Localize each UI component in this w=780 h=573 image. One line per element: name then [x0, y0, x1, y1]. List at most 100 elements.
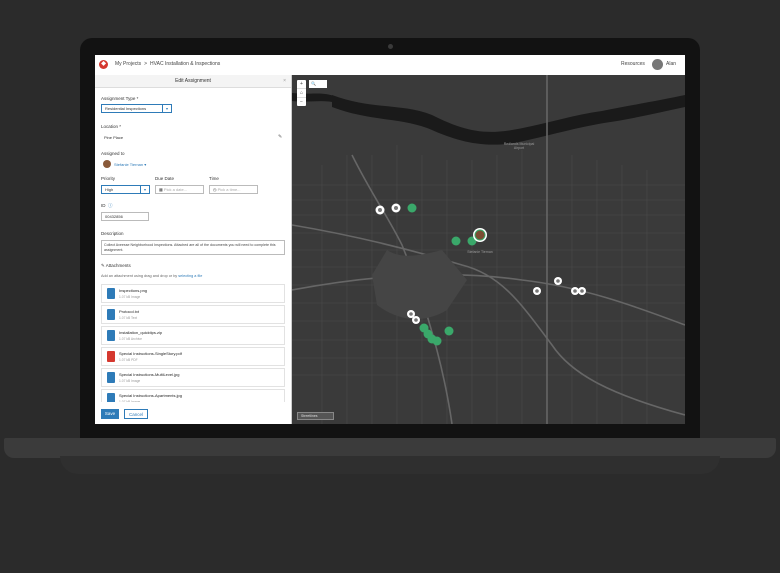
time-placeholder: Pick a time...: [217, 187, 241, 192]
assignee-dropdown[interactable]: Stefanie Tiernan ▾: [114, 162, 146, 167]
breadcrumb-my-projects[interactable]: My Projects: [115, 61, 141, 67]
breadcrumb: My Projects > HVAC Installation & Inspec…: [115, 61, 220, 67]
assignment-marker[interactable]: [451, 236, 461, 246]
breadcrumb-separator: >: [144, 61, 148, 67]
search-icon: 🔍: [311, 81, 316, 86]
description-textarea[interactable]: Collect Aveesse Neighborhood Inspections…: [101, 240, 285, 255]
unassigned-marker-core: [378, 208, 382, 212]
paperclip-icon: ✎: [101, 263, 105, 268]
id-label: ID: [101, 203, 106, 208]
clock-icon: ◷: [213, 187, 217, 192]
assignment-type-label: Assignment Type *: [101, 96, 139, 101]
chevron-down-icon: ▾: [162, 105, 171, 112]
image-file-icon: [107, 288, 115, 299]
pdf-file-icon: [107, 351, 115, 362]
assignment-marker[interactable]: [407, 203, 417, 213]
basemap-toggle[interactable]: Streetlines: [297, 412, 334, 420]
laptop-foot: [60, 456, 720, 474]
assignee-name: Stefanie Tiernan: [114, 162, 144, 167]
laptop-base: [4, 438, 776, 458]
assignment-type-select[interactable]: Residential Inspections ▾: [101, 104, 172, 113]
unassigned-marker-core: [394, 206, 398, 210]
attachment-name: Installation_quicktips.zip: [119, 330, 163, 335]
attachment-item[interactable]: Protocol.txt 1.07 kB Text: [101, 305, 285, 324]
unassigned-marker-core: [409, 312, 413, 316]
attachment-item[interactable]: Inspections.png 1.07 kB Image: [101, 284, 285, 303]
location-label: Location *: [101, 124, 122, 129]
attachment-meta: 1.07 kB Image: [119, 295, 141, 299]
attachment-name: Special Instructions-Apartments.jpg: [119, 393, 182, 398]
description-label: Description: [101, 231, 124, 236]
unassigned-marker-core: [573, 289, 577, 293]
attachment-meta: 1.07 kB Archive: [119, 337, 142, 341]
user-avatar[interactable]: [652, 59, 663, 70]
attachment-meta: 1.07 kB PDF: [119, 358, 138, 362]
priority-label: Priority: [101, 176, 116, 181]
worker-label: Stefanie Tiernan: [467, 250, 493, 254]
close-icon[interactable]: ×: [283, 75, 286, 87]
assignment-type-value: Residential Inspections: [105, 106, 147, 111]
due-date-label: Due Date: [155, 176, 175, 181]
attachment-item[interactable]: Special Instructions-MultiLevel.jpg 1.07 …: [101, 368, 285, 387]
app-logo-icon[interactable]: ◆: [99, 60, 108, 69]
text-file-icon: [107, 309, 115, 320]
select-file-link[interactable]: selecting a file: [178, 274, 202, 278]
unassigned-marker-core: [580, 289, 584, 293]
airport-label: Redlands Municipal Airport: [503, 142, 535, 150]
attachments-hint: Add an attachment using drag and drop or…: [101, 274, 202, 278]
time-label: Time: [209, 176, 219, 181]
assignment-marker[interactable]: [432, 336, 442, 346]
time-input[interactable]: ◷ Pick a time...: [209, 185, 258, 194]
breadcrumb-project[interactable]: HVAC Installation & Inspections: [150, 61, 220, 67]
panel-title-text: Edit Assignment: [175, 78, 211, 84]
due-date-placeholder: Pick a date...: [163, 187, 188, 192]
attachment-name: Special Instructions-MultiLevel.jpg: [119, 372, 180, 377]
calendar-icon: ▦: [159, 187, 163, 192]
id-input[interactable]: 00432856: [101, 212, 149, 221]
top-bar: ◆ My Projects > HVAC Installation & Insp…: [95, 55, 685, 76]
edit-assignment-panel: Edit Assignment × Assignment Type * Resi…: [95, 75, 292, 424]
panel-title: Edit Assignment ×: [95, 75, 291, 88]
due-date-input[interactable]: ▦ Pick a date...: [155, 185, 204, 194]
attachment-name: Special Instructions-SingleStory.pdf: [119, 351, 182, 356]
attachments-label: Attachments: [105, 263, 131, 268]
assignee-avatar: [103, 160, 111, 168]
zoom-controls: + ⌂ −: [297, 80, 306, 106]
resources-link[interactable]: Resources: [621, 61, 645, 67]
cancel-button[interactable]: Cancel: [124, 409, 148, 419]
unassigned-marker-core: [535, 289, 539, 293]
map-search-button[interactable]: 🔍: [309, 80, 327, 88]
attachments-heading: ✎ Attachments: [101, 263, 131, 269]
user-name[interactable]: Alan: [666, 61, 676, 67]
attachments-hint-text: Add an attachment using drag and drop or…: [101, 274, 178, 278]
attachment-meta: 1.07 kB Text: [119, 316, 138, 320]
location-value: Pine Place: [104, 135, 124, 140]
unassigned-marker-core: [556, 279, 560, 283]
attachment-list: Inspections.png 1.07 kB Image Protocol.txt…: [101, 284, 285, 402]
attachment-item[interactable]: Installation_quicktips.zip 1.07 kB Archiv…: [101, 326, 285, 345]
priority-value: High: [105, 187, 114, 192]
map-view[interactable]: + ⌂ − 🔍 Redlands Municipal Airport Stefa…: [292, 75, 685, 424]
save-button[interactable]: Save: [101, 409, 119, 419]
archive-file-icon: [107, 330, 115, 341]
assigned-to-label: Assigned to: [101, 151, 125, 156]
attachment-name: Inspections.png: [119, 288, 148, 293]
attachment-item[interactable]: Special Instructions-SingleStory.pdf 1.07…: [101, 347, 285, 366]
image-file-icon: [107, 393, 115, 402]
zoom-out-button[interactable]: −: [297, 98, 306, 106]
attachment-name: Protocol.txt: [119, 309, 140, 314]
worker-avatar-photo: [475, 230, 485, 240]
home-button[interactable]: ⌂: [297, 89, 306, 98]
assignment-marker[interactable]: [444, 326, 454, 336]
edit-pencil-icon[interactable]: ✎: [278, 134, 282, 140]
zoom-in-button[interactable]: +: [297, 80, 306, 89]
attachment-item[interactable]: Special Instructions-Apartments.jpg 1.07 …: [101, 389, 285, 402]
info-icon[interactable]: ⓘ: [108, 203, 113, 209]
id-value: 00432856: [105, 214, 123, 219]
priority-select[interactable]: High ▾: [101, 185, 150, 194]
chevron-down-icon: ▾: [140, 186, 149, 193]
camera: [388, 44, 393, 49]
attachment-meta: 1.07 kB Image: [119, 379, 141, 383]
image-file-icon: [107, 372, 115, 383]
app-screen: ◆ My Projects > HVAC Installation & Insp…: [95, 55, 685, 424]
